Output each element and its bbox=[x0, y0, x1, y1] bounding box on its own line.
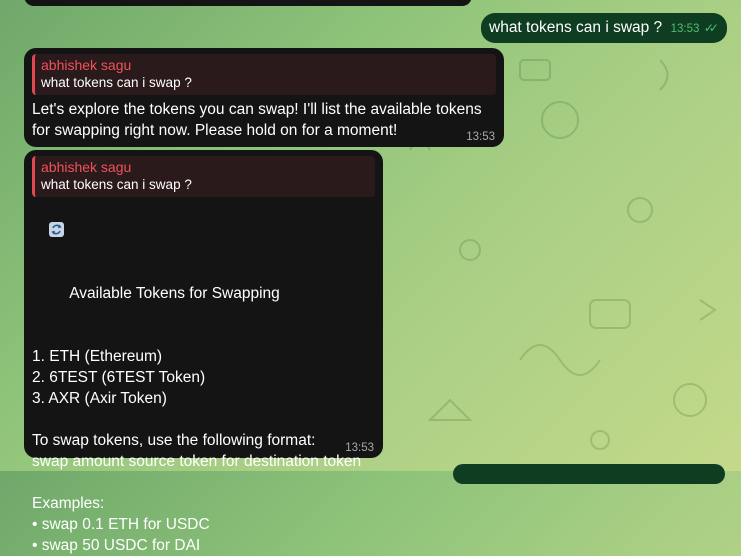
double-check-icon: ✓✓ bbox=[703, 21, 719, 35]
incoming-message-bubble[interactable]: abhishek sagu what tokens can i swap ? A… bbox=[24, 150, 383, 554]
reply-quote-author: abhishek sagu bbox=[41, 57, 132, 73]
reply-quote-text: what tokens can i swap ? bbox=[41, 75, 192, 90]
reply-quote[interactable]: abhishek sagu what tokens can i swap ? bbox=[32, 54, 496, 95]
incoming-message-bubble[interactable]: abhishek sagu what tokens can i swap ? L… bbox=[24, 48, 504, 147]
message-text: 1. ETH (Ethereum) 2. 6TEST (6TEST Token)… bbox=[32, 348, 362, 554]
message-heading: Available Tokens for Swapping bbox=[69, 285, 280, 302]
outgoing-message-bubble[interactable]: what tokens can i swap ? 13:53 ✓✓ bbox=[481, 13, 727, 43]
reply-quote-author: abhishek sagu bbox=[41, 159, 132, 175]
swap-icon bbox=[49, 222, 65, 237]
previous-message-bubble bbox=[24, 0, 472, 6]
outgoing-message-time: 13:53 bbox=[670, 23, 700, 35]
message-time: 13:53 bbox=[466, 131, 495, 143]
reply-quote-text: what tokens can i swap ? bbox=[41, 177, 192, 192]
message-text: Let's explore the tokens you can swap! I… bbox=[32, 101, 482, 139]
next-message-bubble bbox=[453, 464, 725, 484]
message-time: 13:53 bbox=[345, 442, 374, 454]
outgoing-message-text: what tokens can i swap ? bbox=[489, 19, 663, 36]
reply-quote[interactable]: abhishek sagu what tokens can i swap ? bbox=[32, 156, 375, 197]
